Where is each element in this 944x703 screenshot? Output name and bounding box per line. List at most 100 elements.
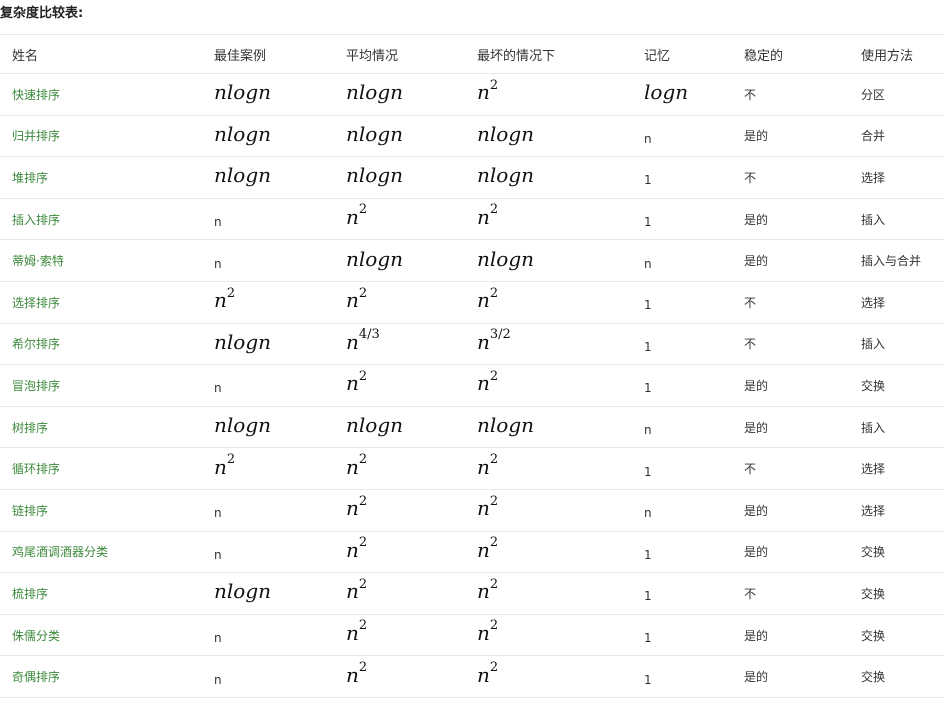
math-expression: n2 — [477, 495, 498, 521]
worst-case-cell: n2 — [465, 488, 632, 532]
algorithm-name-link[interactable]: 侏儒分类 — [12, 629, 60, 643]
algorithm-name-link[interactable]: 梳排序 — [12, 587, 48, 601]
average-case-cell: n2 — [334, 613, 465, 656]
math-expression: n2 — [477, 661, 498, 687]
plain-value: 1 — [644, 339, 652, 354]
math-base: n — [477, 496, 490, 521]
algorithm-name-link[interactable]: 树排序 — [12, 421, 48, 435]
column-header-stable: 稳定的 — [732, 34, 849, 74]
plain-value: 1 — [644, 589, 652, 604]
plain-value: 1 — [644, 381, 652, 396]
math-expression: n2 — [346, 578, 367, 604]
plain-value: n — [214, 506, 222, 521]
average-case-cell: n2 — [334, 197, 465, 240]
best-case-cell: n — [202, 488, 334, 532]
best-case-cell: nlogn — [202, 405, 334, 448]
algorithm-name-link[interactable]: 插入排序 — [12, 213, 60, 227]
math-expression: n2 — [346, 287, 367, 313]
math-base: nlogn — [214, 80, 272, 105]
best-case-cell: n — [202, 239, 334, 282]
algorithm-name-link[interactable]: 奇偶排序 — [12, 670, 60, 684]
math-exponent: 2 — [358, 368, 368, 384]
algorithm-name-link[interactable]: 选择排序 — [12, 296, 60, 310]
table-row: 快速排序 nlogn nlogn n2 logn 不分区 — [0, 73, 944, 116]
plain-value: n — [214, 547, 222, 562]
worst-case-cell: n2 — [465, 530, 632, 573]
math-expression: n2 — [346, 618, 368, 646]
algorithm-name-link[interactable]: 快速排序 — [12, 88, 60, 102]
method-cell: 选择 — [849, 488, 944, 532]
math-exponent: 2 — [489, 77, 499, 93]
method-cell: 插入 — [849, 322, 944, 365]
math-base: n — [477, 80, 490, 105]
memory-cell: n — [632, 114, 732, 157]
math-expression: n2 — [477, 453, 498, 479]
math-expression: n2 — [477, 576, 499, 604]
math-base: n — [346, 329, 359, 354]
algorithm-name-link[interactable]: 链排序 — [12, 504, 48, 518]
algorithm-name-link[interactable]: 冒泡排序 — [12, 379, 60, 393]
average-case-cell: n2 — [334, 530, 465, 573]
best-case-cell: nlogn — [202, 572, 334, 615]
worst-case-cell: nlogn — [465, 239, 632, 282]
math-base: nlogn — [214, 121, 272, 146]
average-case-cell: n2 — [334, 572, 465, 615]
method-cell: 交换 — [849, 572, 944, 615]
stable-cell: 是的 — [732, 488, 849, 532]
worst-case-cell: nlogn — [465, 156, 632, 199]
math-expression: n4/3 — [346, 328, 380, 354]
plain-value: 1 — [644, 464, 652, 479]
stable-cell: 是的 — [732, 405, 849, 448]
table-body: 快速排序 nlogn nlogn n2 logn 不分区 归并排序 nlogn nlogn nlo… — [0, 73, 944, 698]
worst-case-cell: n2 — [465, 447, 632, 490]
algorithm-name-cell: 梳排序 — [0, 572, 202, 615]
algorithm-name-link[interactable]: 蒂姆·索特 — [12, 254, 64, 268]
math-base: n — [346, 371, 359, 396]
table-row: 选择排序 n2 n2 n2 1 不选择 — [0, 280, 944, 324]
worst-case-cell: n2 — [465, 197, 632, 240]
math-expression: n2 — [346, 661, 367, 687]
math-exponent: 2 — [489, 576, 499, 592]
math-expression: n2 — [477, 77, 499, 105]
memory-cell: 1 — [632, 197, 732, 240]
algorithm-name-cell: 侏儒分类 — [0, 613, 202, 656]
column-header-average-case: 平均情况 — [334, 34, 465, 74]
average-case-cell: n2 — [334, 488, 465, 532]
memory-cell: 1 — [632, 613, 732, 656]
best-case-cell: n — [202, 197, 334, 240]
math-expression: n2 — [346, 453, 367, 479]
memory-cell: n — [632, 488, 732, 532]
table-row: 链排序 n n2 n2 n 是的 选择 — [0, 488, 944, 532]
average-case-cell: nlogn — [334, 114, 465, 157]
math-base: n — [346, 621, 359, 646]
worst-case-cell: n2 — [465, 73, 632, 116]
worst-case-cell: n3/2 — [465, 322, 632, 365]
math-expression: nlogn — [214, 80, 271, 104]
average-case-cell: nlogn — [334, 73, 465, 116]
math-base: n — [346, 662, 359, 687]
algorithm-name-link[interactable]: 归并排序 — [12, 129, 60, 143]
math-base: nlogn — [477, 246, 535, 271]
column-header-name: 姓名 — [0, 34, 202, 74]
math-base: n — [346, 454, 359, 479]
stable-cell: 是的 — [732, 364, 849, 407]
plain-value: 1 — [644, 215, 652, 230]
math-expression: n2 — [214, 287, 235, 313]
algorithm-name-link[interactable]: 循环排序 — [12, 462, 60, 476]
memory-cell: n — [632, 239, 732, 282]
method-cell: 插入 — [849, 197, 944, 240]
math-base: nlogn — [346, 246, 404, 271]
algorithm-name-link[interactable]: 鸡尾酒调酒器分类 — [12, 545, 108, 559]
math-exponent: 2 — [358, 618, 368, 634]
algorithm-name-link[interactable]: 希尔排序 — [12, 337, 60, 351]
algorithm-name-link[interactable]: 堆排序 — [12, 171, 48, 185]
plain-value: 1 — [644, 547, 652, 562]
best-case-cell: nlogn — [202, 322, 334, 365]
math-expression: nlogn — [214, 163, 271, 187]
method-cell: 选择 — [849, 156, 944, 199]
plain-value: n — [214, 256, 222, 271]
math-base: n — [346, 496, 359, 521]
best-case-cell: nlogn — [202, 73, 334, 116]
math-base: n — [346, 537, 359, 562]
memory-cell: 1 — [632, 322, 732, 365]
